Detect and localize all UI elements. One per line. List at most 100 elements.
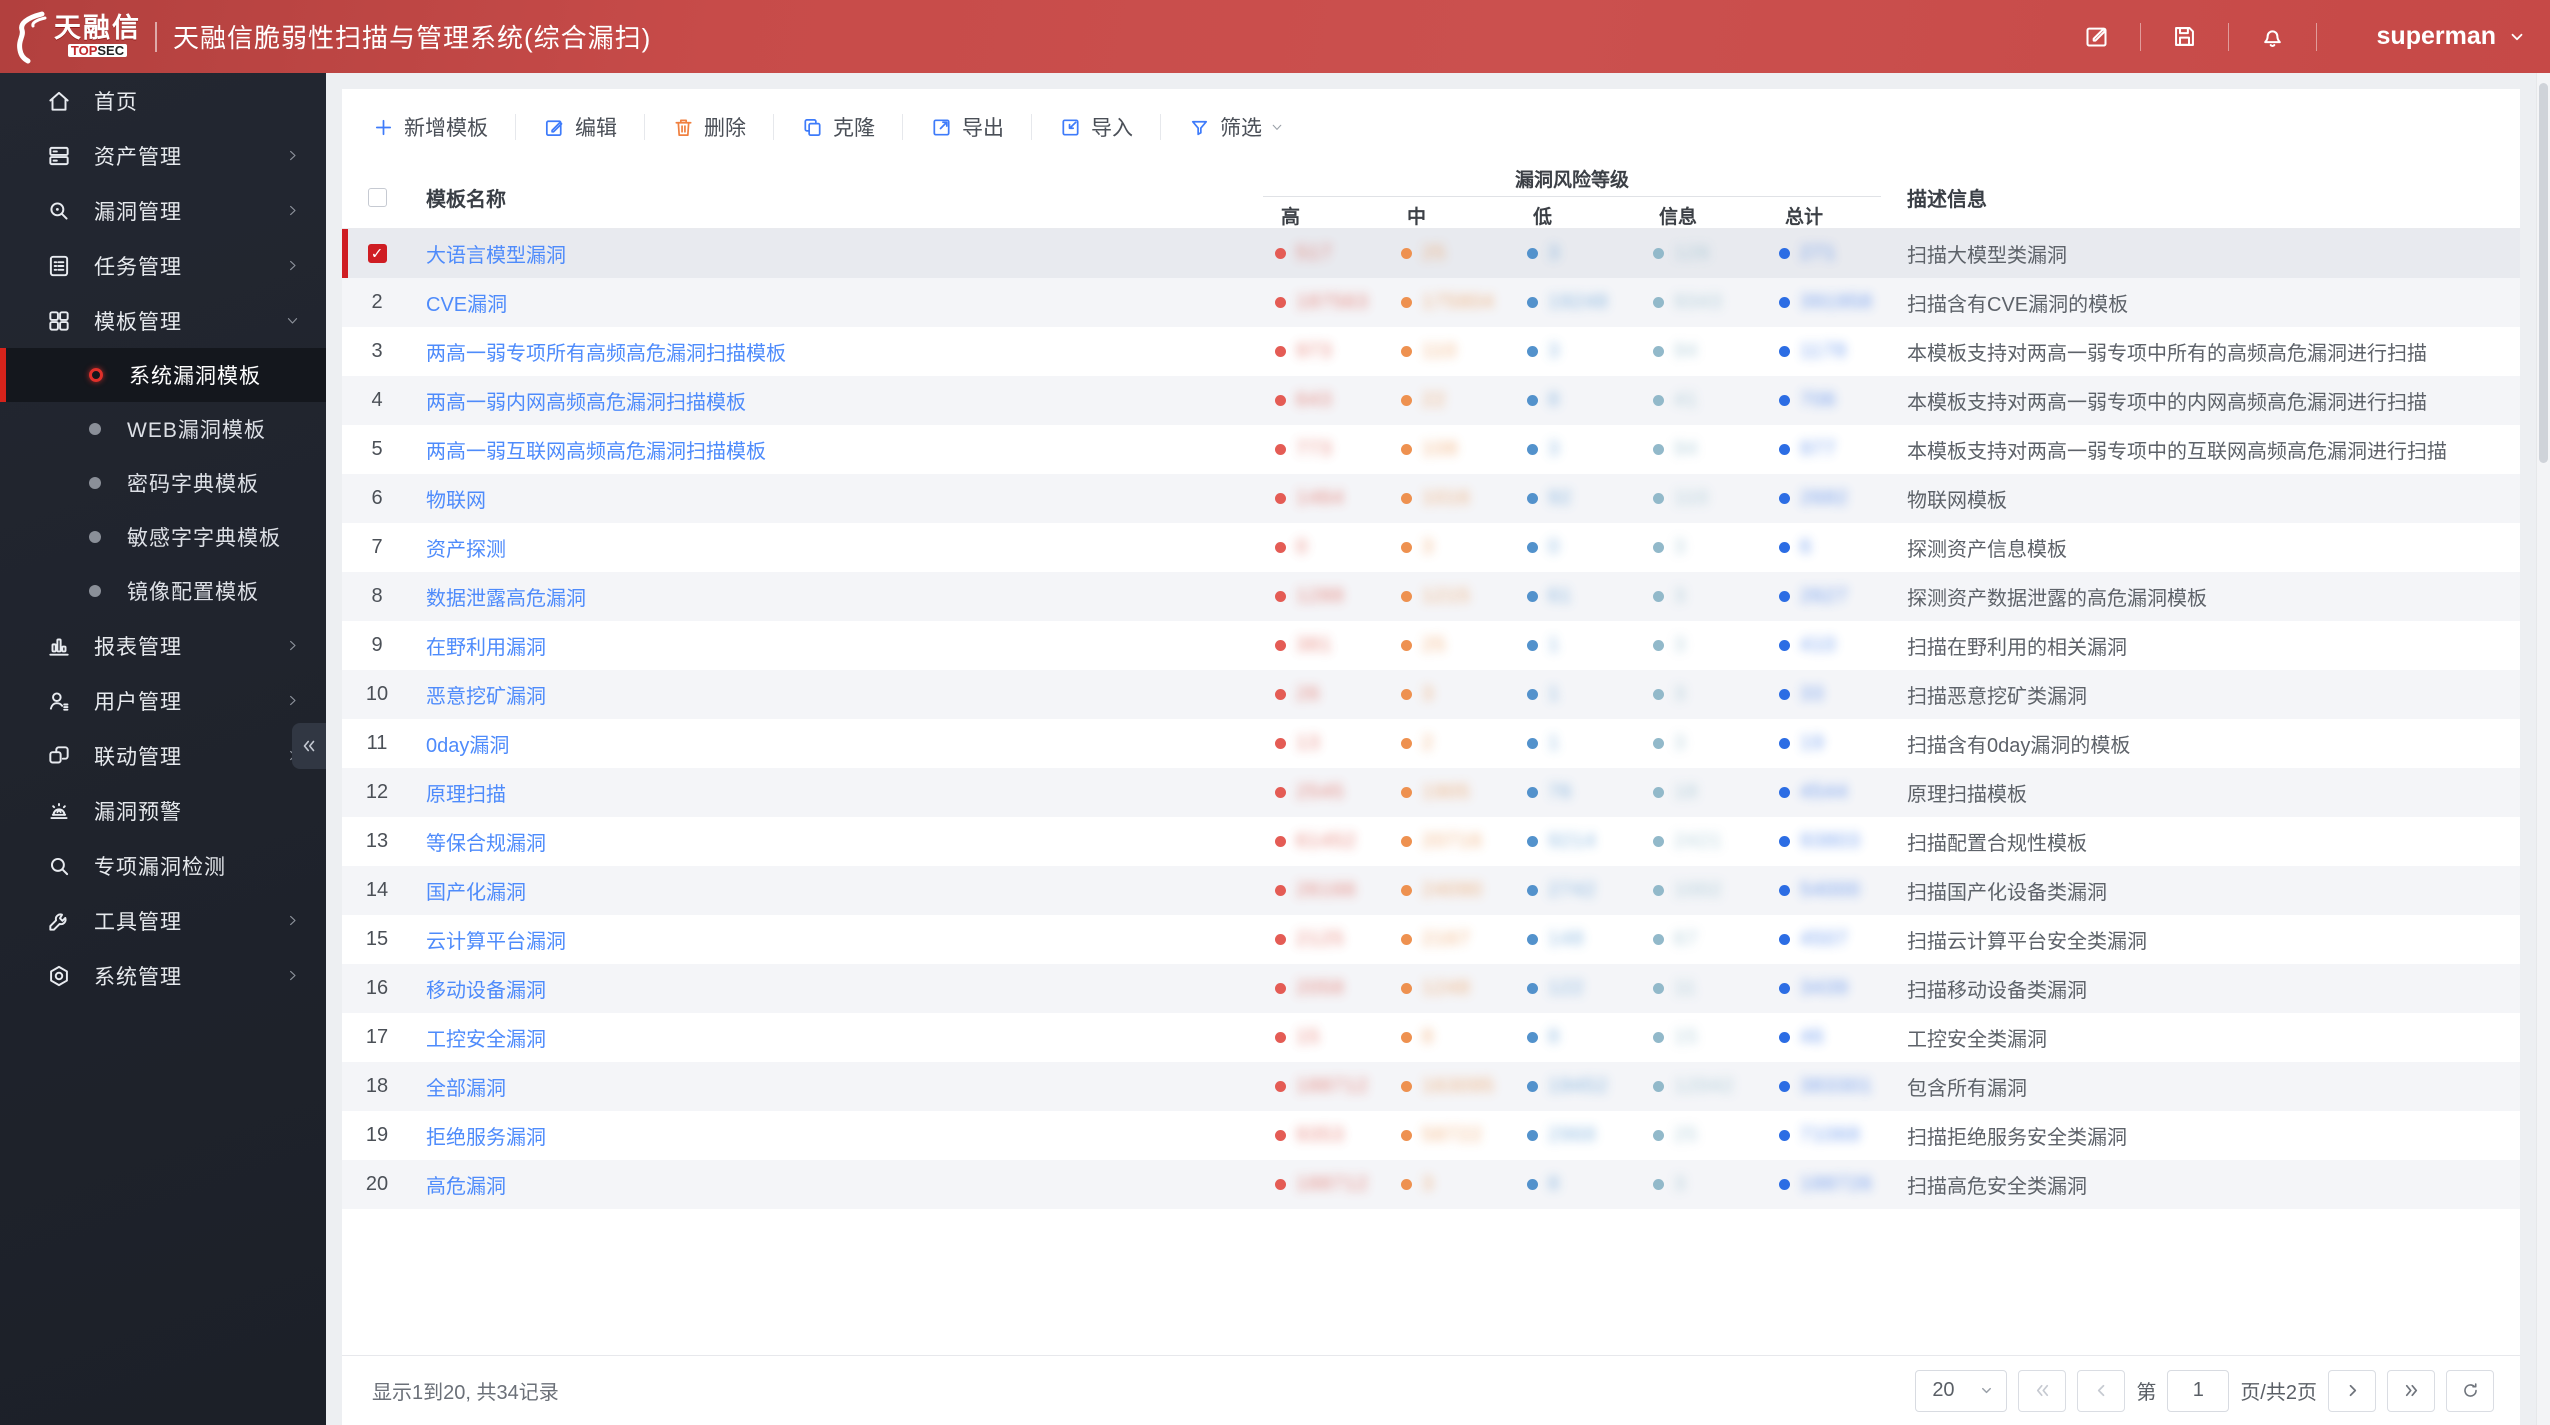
table-row[interactable]: 7 资产探测 0 3 0 3 6 探测资产信息模板 [342,523,2520,572]
user-menu[interactable]: superman [2377,22,2526,51]
template-name-link[interactable]: 两高一弱互联网高频高危漏洞扫描模板 [412,435,1257,464]
template-description: 原理扫描模板 [1907,784,2027,806]
table-row[interactable]: 2 CVE漏洞 187563 175804 19248 9343 391958 扫描含有CVE… [342,278,2520,327]
sidebar-item-10[interactable]: 专项漏洞检测 [0,838,326,893]
risk-dot-icon [1527,787,1538,798]
page-number-input[interactable] [2167,1369,2230,1412]
sidebar-item-4[interactable]: 任务管理 [0,238,326,293]
risk-count-value: 148 [1548,928,1585,950]
table-row[interactable]: 18 全部漏洞 188712 163095 19452 12042 383301 包含所有漏洞 [342,1062,2520,1111]
sidebar-item-3[interactable]: 漏洞管理 [0,183,326,238]
template-name-link[interactable]: 物联网 [412,484,1257,513]
template-name-link[interactable]: 两高一弱内网高频高危漏洞扫描模板 [412,386,1257,415]
risk-count-value: 1464 [1296,487,1345,509]
next-page-button[interactable] [2328,1369,2376,1412]
risk-count-mid: 110 [1383,340,1509,363]
template-name-link[interactable]: 在野利用漏洞 [412,631,1257,660]
risk-count-total: 383301 [1761,1075,1887,1098]
bell-icon[interactable] [2259,23,2286,50]
template-name-link[interactable]: 工控安全漏洞 [412,1023,1257,1052]
table-row[interactable]: 16 移动设备漏洞 2058 1248 122 11 3439 扫描移动设备类漏洞 [342,964,2520,1013]
table-row[interactable]: 4 两高一弱内网高频高危漏洞扫描模板 643 22 8 41 706 本模板支持对两高一弱专项… [342,376,2520,425]
toolbar-button-2[interactable]: 编辑 [543,112,617,142]
toolbar-button-1[interactable]: 新增模板 [372,112,488,142]
risk-count-mid: 1215 [1383,585,1509,608]
risk-count-mid: 108 [1383,438,1509,461]
table-row[interactable]: 大语言模型漏洞 517 25 3 126 271 扫描大模型类漏洞 [342,229,2520,278]
table-row[interactable]: 17 工控安全漏洞 15 8 8 15 46 工控安全类漏洞 [342,1013,2520,1062]
template-name-link[interactable]: 等保合规漏洞 [412,827,1257,856]
table-row[interactable]: 13 等保合规漏洞 61452 20716 9214 2421 93803 扫描配置合规性模板 [342,817,2520,866]
row-checkbox[interactable] [367,244,387,263]
sidebar-item-6[interactable]: 报表管理 [0,618,326,673]
page-scrollbar[interactable] [2536,73,2550,1425]
table-row[interactable]: 14 国产化漏洞 26166 24090 2742 1002 54000 扫描国产化设备类漏洞 [342,866,2520,915]
sidebar-item-11[interactable]: 工具管理 [0,893,326,948]
risk-dot-icon [1275,787,1286,798]
risk-count-mid: 1248 [1383,977,1509,1000]
sidebar-item-7[interactable]: 用户管理 [0,673,326,728]
table-row[interactable]: 11 0day漏洞 13 2 1 3 19 扫描含有0day漏洞的模板 [342,719,2520,768]
row-index: 4 [371,389,383,411]
risk-dot-icon [1401,885,1412,896]
prev-page-button[interactable] [2077,1369,2126,1412]
table-row[interactable]: 3 两高一弱专项所有高频高危漏洞扫描模板 973 110 3 94 1178 本模板支持对两高… [342,327,2520,376]
risk-count-value: 61 [1548,585,1573,607]
last-page-button[interactable] [2387,1369,2435,1412]
risk-count-value: 3 [1674,585,1687,607]
refresh-button[interactable] [2446,1369,2494,1412]
template-name-link[interactable]: CVE漏洞 [412,288,1257,317]
table-row[interactable]: 8 数据泄露高危漏洞 1288 1215 61 3 2627 探测资产数据泄露的高危漏洞模板 [342,572,2520,621]
compose-icon[interactable] [2083,23,2110,50]
table-row[interactable]: 15 云计算平台漏洞 2125 2167 148 67 4507 扫描云计算平台安全类漏洞 [342,915,2520,964]
sidebar-subitem-5[interactable]: 镜像配置模板 [0,564,326,618]
toolbar-button-4[interactable]: 克隆 [801,112,875,142]
table-row[interactable]: 10 恶意挖矿漏洞 26 3 1 3 33 扫描恶意挖矿类漏洞 [342,670,2520,719]
sidebar-item-1[interactable]: 首页 [0,73,326,128]
select-all-checkbox[interactable] [367,187,387,207]
template-name-link[interactable]: 国产化漏洞 [412,876,1257,905]
table-row[interactable]: 19 拒绝服务漏洞 9353 58722 2968 25 71068 扫描拒绝服务安全类漏洞 [342,1111,2520,1160]
column-header-desc: 描述信息 [1907,188,1987,211]
scrollbar-thumb[interactable] [2539,83,2548,463]
template-name-link[interactable]: 两高一弱专项所有高频高危漏洞扫描模板 [412,337,1257,366]
toolbar-button-label: 编辑 [575,117,617,140]
sidebar-subitem-4[interactable]: 敏感字字典模板 [0,510,326,564]
save-icon[interactable] [2171,23,2198,50]
table-row[interactable]: 6 物联网 1464 1016 92 110 2682 物联网模板 [342,474,2520,523]
sidebar-item-5[interactable]: 模板管理 [0,293,326,348]
template-name-link[interactable]: 0day漏洞 [412,729,1257,758]
sidebar-item-8[interactable]: 联动管理 [0,728,326,783]
risk-count-value: 3 [1422,1173,1435,1195]
table-row[interactable]: 9 在野利用漏洞 381 25 1 3 410 扫描在野利用的相关漏洞 [342,621,2520,670]
header-divider [155,21,157,52]
toolbar-button-5[interactable]: 导出 [930,112,1004,142]
template-name-link[interactable]: 移动设备漏洞 [412,974,1257,1003]
pagination: 20 第 页/共2页 [1915,1369,2494,1412]
template-name-link[interactable]: 拒绝服务漏洞 [412,1121,1257,1150]
template-name-link[interactable]: 全部漏洞 [412,1072,1257,1101]
sidebar-subitem-2[interactable]: WEB漏洞模板 [0,402,326,456]
sidebar-item-9[interactable]: 漏洞预警 [0,783,326,838]
template-name-link[interactable]: 大语言模型漏洞 [412,239,1257,268]
first-page-button[interactable] [2018,1369,2067,1412]
template-name-link[interactable]: 高危漏洞 [412,1170,1257,1199]
sidebar-item-2[interactable]: 资产管理 [0,128,326,183]
sidebar-collapse-button[interactable] [292,723,326,769]
template-name-link[interactable]: 恶意挖矿漏洞 [412,680,1257,709]
toolbar-button-7[interactable]: 筛选 [1188,112,1284,142]
sidebar-item-label: 漏洞预警 [94,800,182,824]
template-name-link[interactable]: 原理扫描 [412,778,1257,807]
template-name-link[interactable]: 资产探测 [412,533,1257,562]
toolbar-button-3[interactable]: 删除 [672,112,746,142]
table-row[interactable]: 12 原理扫描 2545 1905 76 18 4544 原理扫描模板 [342,768,2520,817]
template-name-link[interactable]: 数据泄露高危漏洞 [412,582,1257,611]
table-row[interactable]: 5 两高一弱互联网高频高危漏洞扫描模板 773 108 3 94 977 本模板支持对两高一弱… [342,425,2520,474]
toolbar-button-6[interactable]: 导入 [1059,112,1133,142]
sidebar-item-12[interactable]: 系统管理 [0,948,326,1003]
sidebar-subitem-3[interactable]: 密码字典模板 [0,456,326,510]
template-name-link[interactable]: 云计算平台漏洞 [412,925,1257,954]
sidebar-subitem-1[interactable]: 系统漏洞模板 [0,348,326,402]
table-row[interactable]: 20 高危漏洞 188712 3 8 3 188726 扫描高危安全类漏洞 [342,1160,2520,1209]
page-size-select[interactable]: 20 [1915,1369,2008,1412]
